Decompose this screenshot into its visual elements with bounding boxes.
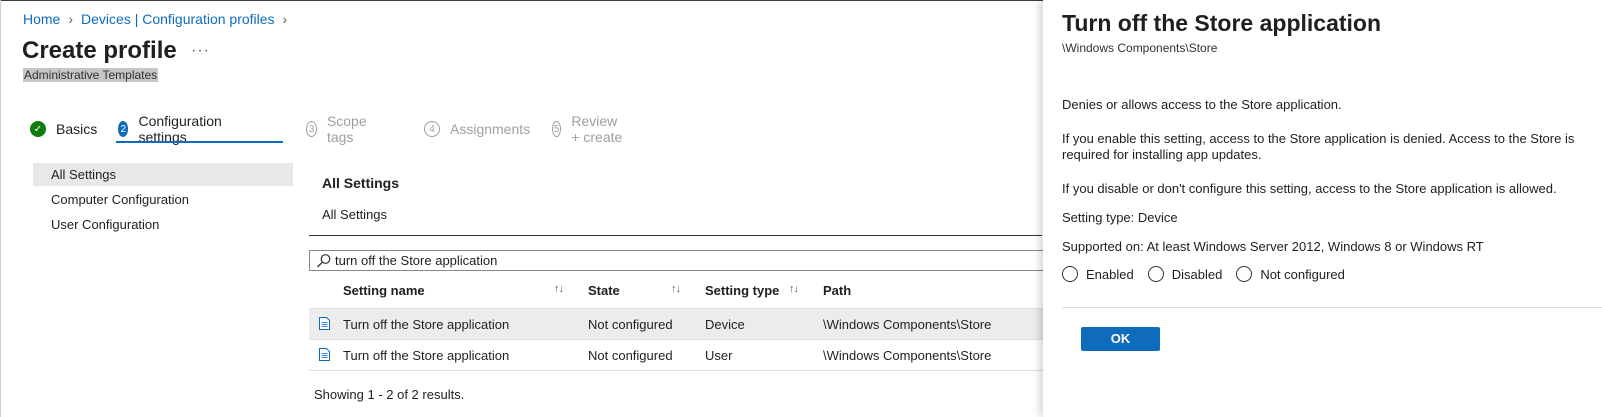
table-header: Setting name ↑↓ State ↑↓ Setting type ↑↓… xyxy=(309,279,1044,303)
wizard-step-label: Review + create xyxy=(571,113,623,145)
cell-path: \Windows Components\Store xyxy=(823,317,992,332)
checkmark-icon: ✓ xyxy=(30,121,46,137)
nav-item-all-settings[interactable]: All Settings xyxy=(33,163,293,186)
wizard-step-assignments[interactable]: 4 Assignments xyxy=(424,116,530,142)
search-input[interactable]: turn off the Store application xyxy=(309,250,1049,271)
panel-description: Denies or allows access to the Store app… xyxy=(1062,97,1342,112)
breadcrumb-devices[interactable]: Devices | Configuration profiles xyxy=(81,11,275,27)
panel-path: \Windows Components\Store xyxy=(1062,41,1218,55)
search-value: turn off the Store application xyxy=(335,253,498,268)
cell-path: \Windows Components\Store xyxy=(823,348,992,363)
document-icon xyxy=(319,348,330,361)
radio-circle[interactable] xyxy=(1236,266,1253,282)
column-setting-name[interactable]: Setting name xyxy=(343,283,425,298)
panel-setting-type: Setting type: Device xyxy=(1062,210,1178,225)
nav-item-user-configuration[interactable]: User Configuration xyxy=(33,213,293,236)
cell-state: Not configured xyxy=(588,348,673,363)
chevron-right-icon: › xyxy=(282,11,288,27)
setting-state-options: Enabled Disabled Not configured xyxy=(1062,266,1359,282)
panel-title: Turn off the Store application xyxy=(1062,10,1382,36)
cell-setting-type: Device xyxy=(705,317,745,332)
nav-item-computer-configuration[interactable]: Computer Configuration xyxy=(33,188,293,211)
cell-setting-name: Turn off the Store application xyxy=(343,348,510,363)
search-icon xyxy=(317,253,331,267)
active-step-indicator xyxy=(116,141,283,143)
table-row[interactable]: Turn off the Store application Not confi… xyxy=(309,309,1044,339)
cell-setting-type: User xyxy=(705,348,733,363)
ok-button[interactable]: OK xyxy=(1081,327,1160,351)
page-title: Create profile xyxy=(22,37,177,64)
radio-circle[interactable] xyxy=(1062,266,1078,282)
column-setting-type[interactable]: Setting type xyxy=(705,283,779,298)
panel-supported-on: Supported on: At least Windows Server 20… xyxy=(1062,239,1484,254)
setting-details-panel: Turn off the Store application \Windows … xyxy=(1043,0,1602,417)
panel-disable-description: If you disable or don't configure this s… xyxy=(1062,181,1557,196)
column-path[interactable]: Path xyxy=(823,283,851,298)
radio-label: Enabled xyxy=(1086,266,1134,282)
left-border xyxy=(0,0,1,417)
wizard-step-label: Scope tags xyxy=(326,113,367,145)
breadcrumb-home[interactable]: Home xyxy=(23,11,60,27)
more-options-button[interactable]: ··· xyxy=(191,42,210,60)
radio-disabled[interactable]: Disabled xyxy=(1147,266,1223,282)
wizard-step-label: Assignments xyxy=(450,121,531,137)
panel-divider xyxy=(1062,307,1602,308)
sort-icon[interactable]: ↑↓ xyxy=(554,283,564,295)
cell-state: Not configured xyxy=(588,317,673,332)
cell-setting-name: Turn off the Store application xyxy=(343,317,510,332)
row-divider xyxy=(309,370,1044,371)
step-number: 5 xyxy=(552,121,562,137)
step-number: 2 xyxy=(118,121,129,137)
step-number: 4 xyxy=(424,121,440,137)
page-subtitle: Administrative Templates xyxy=(23,68,159,82)
panel-enable-description: If you enable this setting, access to th… xyxy=(1062,131,1575,162)
step-number: 3 xyxy=(306,121,317,137)
wizard-step-label: Basics xyxy=(56,121,98,137)
sort-icon[interactable]: ↑↓ xyxy=(789,283,799,295)
wizard-step-basics[interactable]: ✓ Basics xyxy=(30,116,97,142)
wizard-step-scope-tags[interactable]: 3 Scope tags xyxy=(306,113,372,145)
radio-label: Not configured xyxy=(1260,266,1345,282)
results-count: Showing 1 - 2 of 2 results. xyxy=(314,387,465,402)
wizard-step-configuration-settings[interactable]: 2 Configuration settings xyxy=(118,113,227,145)
breadcrumb: Home › Devices | Configuration profiles … xyxy=(23,11,295,27)
column-state[interactable]: State xyxy=(588,283,620,298)
section-divider xyxy=(309,235,1042,236)
wizard-step-review-create[interactable]: 5 Review + create xyxy=(552,113,624,145)
table-row[interactable]: Turn off the Store application Not confi… xyxy=(309,340,1044,370)
radio-not-configured[interactable]: Not configured xyxy=(1236,266,1345,282)
settings-nav: All Settings Computer Configuration User… xyxy=(33,163,293,238)
radio-label: Disabled xyxy=(1171,266,1223,282)
sort-icon[interactable]: ↑↓ xyxy=(671,283,681,295)
section-breadcrumb: All Settings xyxy=(322,207,388,222)
radio-enabled[interactable]: Enabled xyxy=(1062,266,1134,282)
chevron-right-icon: › xyxy=(68,11,74,27)
document-icon xyxy=(319,317,330,330)
radio-circle[interactable] xyxy=(1147,266,1164,282)
section-title: All Settings xyxy=(322,175,400,191)
